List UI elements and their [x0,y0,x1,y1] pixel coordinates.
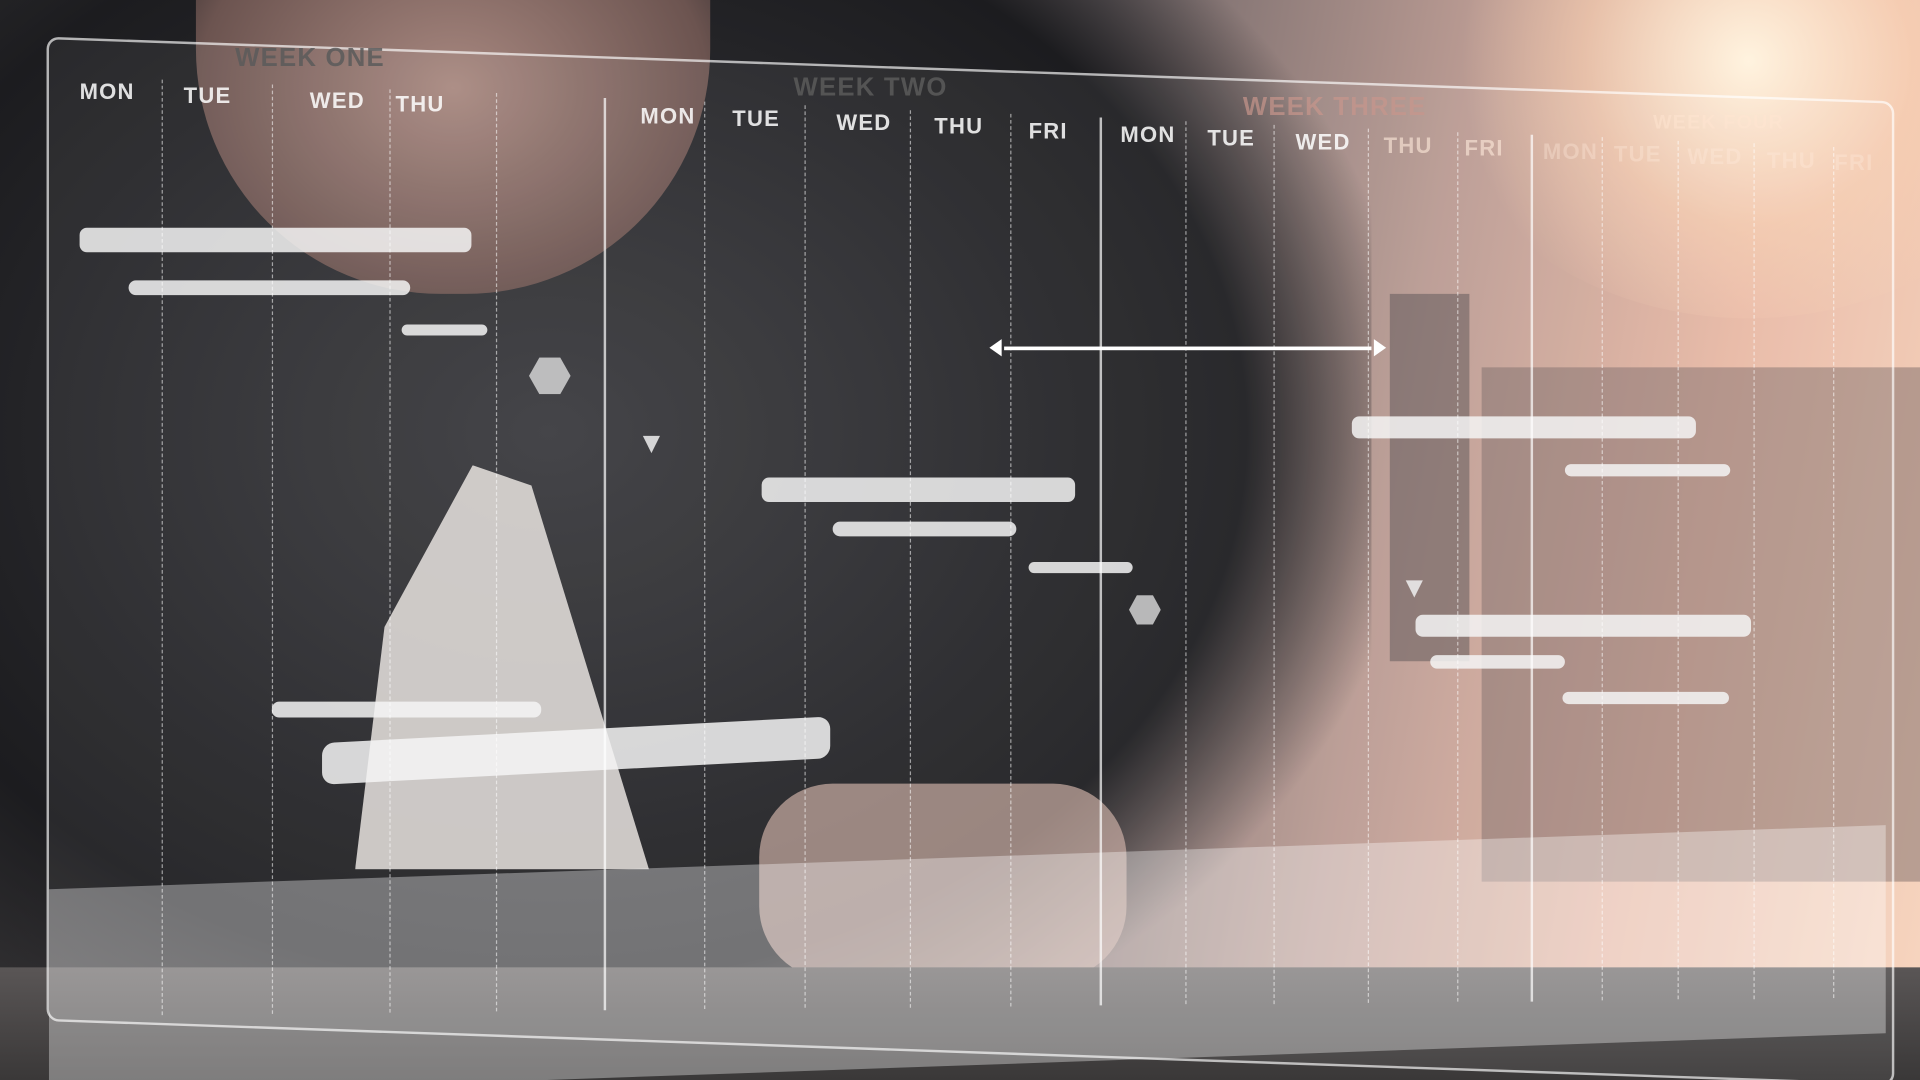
day-label: MON [640,104,696,129]
day-label: TUE [732,106,781,132]
day-divider [1367,128,1369,1003]
gantt-bar [1351,416,1696,439]
day-divider [495,93,498,1012]
week-one-label: WEEK ONE [235,44,385,73]
day-divider [389,89,391,1013]
day-label: THU [934,113,984,139]
gantt-bar [1430,655,1565,669]
day-divider [161,79,163,1015]
gantt-bar [1415,614,1752,637]
gantt-bar [1028,562,1133,574]
day-label: MON [1120,122,1176,147]
day-divider [1010,113,1012,1007]
day-divider [1457,131,1459,1002]
day-divider [1677,140,1679,1000]
gantt-bar [1564,464,1731,477]
photo-scene: WEEK ONE WEEK TWO WEEK THREE WEEK FOUR M… [0,0,1920,1080]
week-three-label: WEEK THREE [1242,93,1427,122]
day-divider [1833,146,1835,998]
day-divider [1099,117,1103,1006]
day-divider [804,105,806,1009]
day-label: TUE [183,83,232,108]
day-label: FRI [1834,150,1874,176]
gantt-overlay-frame [46,36,1895,1080]
marker-triangle-icon [1405,580,1423,598]
day-divider [271,84,274,1014]
day-label: WED [1687,144,1743,169]
gantt-bar [1562,691,1729,705]
day-divider [909,109,912,1008]
day-label: WED [309,88,365,113]
day-label: MON [1542,139,1598,165]
day-label: TUE [1207,126,1256,151]
day-divider [704,101,706,1010]
day-label: TUE [1613,142,1662,167]
day-divider [603,97,607,1011]
week-four-label: WEEK FOUR [1653,112,1784,134]
gantt-bar [832,521,1017,537]
day-label: FRI [1028,118,1068,144]
gantt-bar [128,280,411,296]
day-label: THU [1766,148,1816,173]
day-label: THU [395,91,445,117]
day-label: WED [1295,129,1351,155]
marker-triangle-icon [642,435,661,454]
day-divider [1273,124,1275,1004]
day-label: MON [79,79,135,105]
duration-arrow [989,339,1387,357]
day-divider [1185,120,1187,1005]
day-divider [1601,137,1603,1001]
gantt-bar [79,227,472,253]
day-divider [1753,143,1755,999]
gantt-bar [271,701,542,718]
gantt-bar [401,324,488,336]
week-two-label: WEEK TWO [793,73,948,102]
gantt-bar [761,477,1076,503]
day-label: THU [1383,133,1433,158]
day-divider [1530,134,1534,1002]
day-label: WED [836,110,892,135]
day-label: FRI [1464,135,1504,161]
